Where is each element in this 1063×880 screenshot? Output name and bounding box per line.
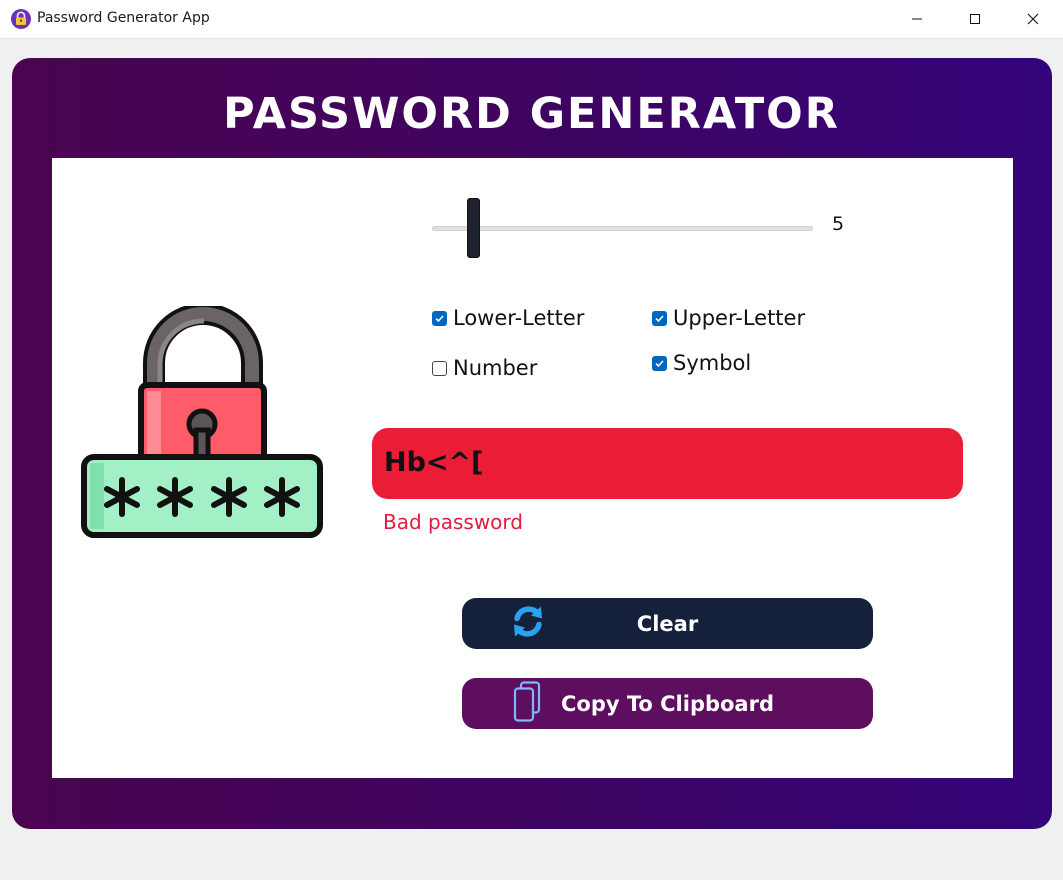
password-text: Hb<^[ xyxy=(384,447,484,478)
length-value: 5 xyxy=(832,213,845,235)
window-titlebar: Password Generator App xyxy=(0,0,1063,39)
upper-letter-label: Upper-Letter xyxy=(673,306,806,330)
clear-button-label: Clear xyxy=(636,611,699,636)
password-strength-text: Bad password xyxy=(383,510,523,534)
number-checkbox[interactable]: Number xyxy=(432,356,537,380)
minimize-button[interactable] xyxy=(888,0,946,38)
checkbox-checked-icon xyxy=(652,355,667,371)
maximize-button[interactable] xyxy=(946,0,1004,38)
close-button[interactable] xyxy=(1004,0,1062,38)
padlock-password-icon xyxy=(81,306,323,538)
close-icon xyxy=(1027,13,1039,25)
checkbox-unchecked-icon xyxy=(432,360,447,376)
lower-letter-label: Lower-Letter xyxy=(453,306,585,330)
minimize-icon xyxy=(912,18,922,20)
length-slider-track[interactable] xyxy=(432,226,813,231)
symbol-checkbox[interactable]: Symbol xyxy=(652,351,751,375)
password-output-field[interactable]: Hb<^[ xyxy=(372,428,963,499)
window-title: Password Generator App xyxy=(37,10,210,26)
clipboard-icon xyxy=(512,680,542,727)
refresh-icon xyxy=(510,603,546,644)
symbol-label: Symbol xyxy=(673,351,752,375)
maximize-icon xyxy=(970,14,980,24)
length-slider-thumb[interactable] xyxy=(467,198,480,258)
copy-to-clipboard-button[interactable]: Copy To Clipboard xyxy=(462,678,873,729)
checkbox-checked-icon xyxy=(432,310,447,326)
number-label: Number xyxy=(453,356,538,380)
checkbox-checked-icon xyxy=(652,310,667,326)
lock-icon xyxy=(11,9,31,29)
copy-button-label: Copy To Clipboard xyxy=(560,691,774,716)
page-title: PASSWORD GENERATOR xyxy=(223,89,840,139)
clear-button[interactable]: Clear xyxy=(462,598,873,649)
lower-letter-checkbox[interactable]: Lower-Letter xyxy=(432,306,584,330)
upper-letter-checkbox[interactable]: Upper-Letter xyxy=(652,306,805,330)
